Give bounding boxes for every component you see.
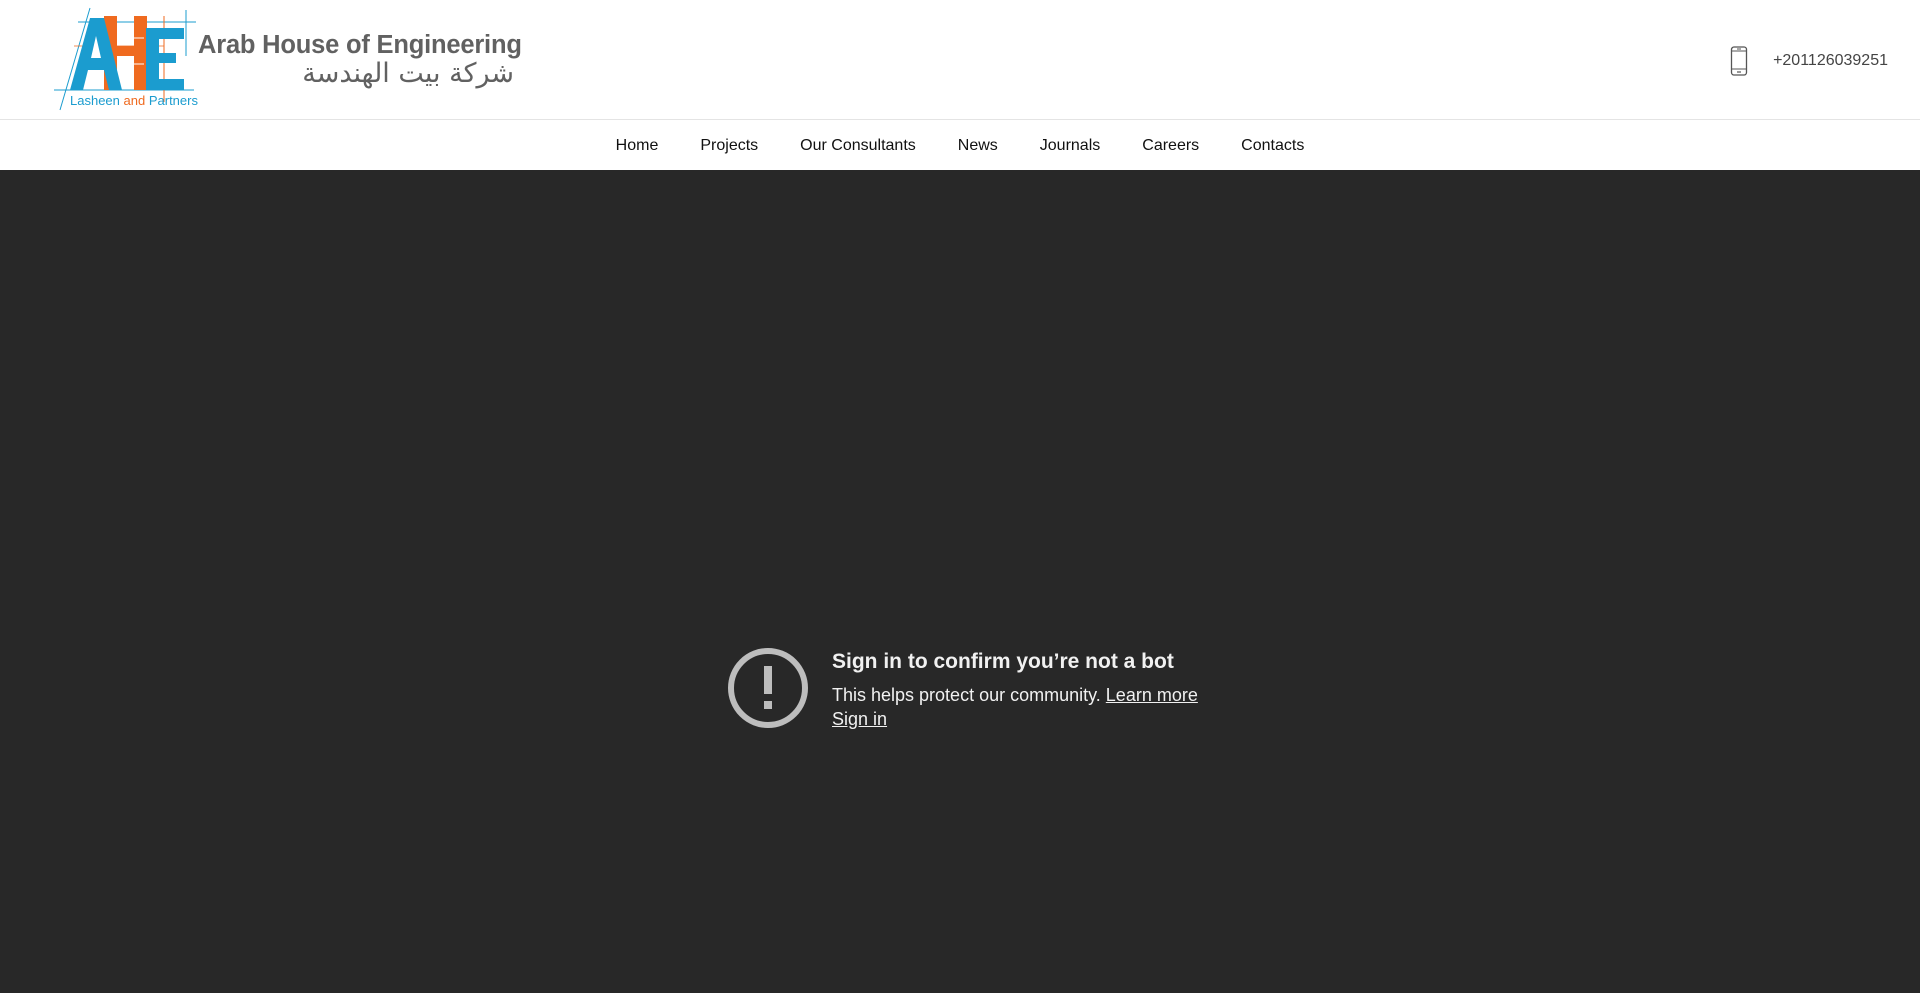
nav-item-news[interactable]: News xyxy=(937,137,1019,155)
nav-item-contacts[interactable]: Contacts xyxy=(1220,137,1325,155)
header-phone: +201126039251 xyxy=(1730,44,1888,78)
bot-check-notice: Sign in to confirm you’re not a bot This… xyxy=(727,647,1247,747)
nav-item-home[interactable]: Home xyxy=(595,137,680,155)
nav-item-projects[interactable]: Projects xyxy=(679,137,779,155)
notice-body: This helps protect our community. Learn … xyxy=(832,685,1198,706)
company-name-arabic: شركة بيت الهندسة xyxy=(302,58,514,89)
notice-body-text: This helps protect our community. xyxy=(832,685,1101,705)
company-name-english: Arab House of Engineering xyxy=(198,31,522,59)
mobile-phone-icon xyxy=(1730,46,1748,76)
logo-tagline-and: and xyxy=(123,93,146,108)
sign-in-link[interactable]: Sign in xyxy=(832,709,887,730)
company-logo[interactable]: Arab House of Engineering شركة بيت الهند… xyxy=(54,6,524,112)
embedded-video-player[interactable]: Sign in to confirm you’re not a bot This… xyxy=(0,170,1920,993)
nav-item-careers[interactable]: Careers xyxy=(1121,137,1220,155)
logo-tagline-part3: Partners xyxy=(148,93,198,108)
phone-number-link[interactable]: +201126039251 xyxy=(1773,52,1888,70)
nav-item-journals[interactable]: Journals xyxy=(1019,137,1121,155)
nav-item-our-consultants[interactable]: Our Consultants xyxy=(779,137,937,155)
site-header: Arab House of Engineering شركة بيت الهند… xyxy=(0,0,1920,120)
logo-tagline-part1: Lasheen xyxy=(70,93,120,108)
logo-tagline: Lasheen and Partners xyxy=(70,93,198,108)
notice-title: Sign in to confirm you’re not a bot xyxy=(832,650,1174,673)
main-navigation: Home Projects Our Consultants News Journ… xyxy=(0,121,1920,170)
exclamation-circle-icon xyxy=(728,648,808,728)
learn-more-link[interactable]: Learn more xyxy=(1106,685,1198,705)
